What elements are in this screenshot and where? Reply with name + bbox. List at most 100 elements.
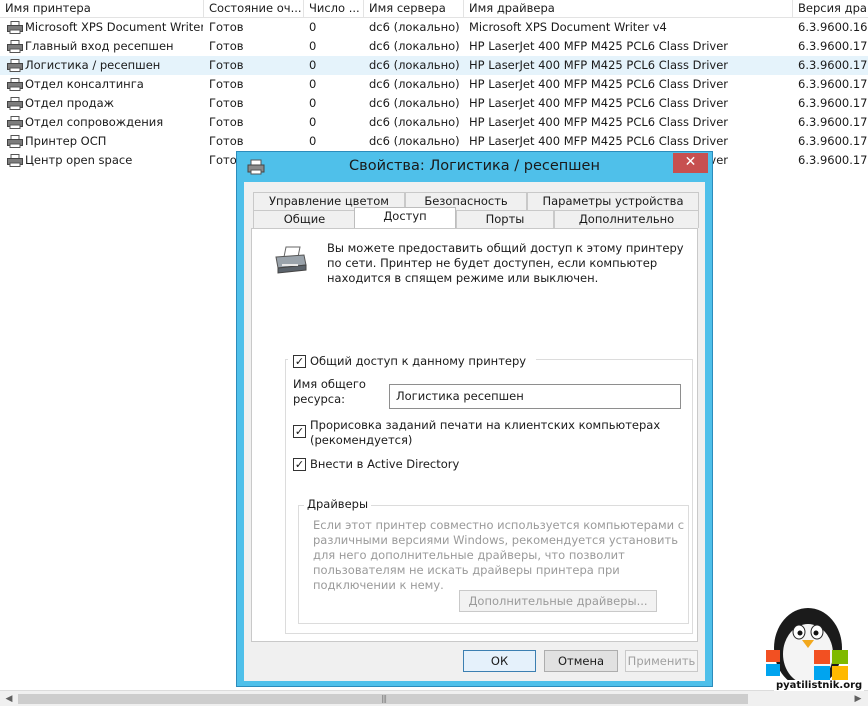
- printer-icon: [275, 246, 307, 274]
- table-row[interactable]: Принтер ОСП Готов 0 dc6 (локально) HP LaserJ…: [0, 132, 868, 151]
- printer-icon: [7, 116, 23, 129]
- cell-server: dc6 (локально): [369, 20, 460, 34]
- cell-version: 6.3.9600.1741: [798, 77, 868, 91]
- table-row[interactable]: Отдел сопровождения Готов 0 dc6 (локально) H…: [0, 113, 868, 132]
- table-row[interactable]: Главный вход ресепшен Готов 0 dc6 (локально…: [0, 37, 868, 56]
- cell-version: 6.3.9600.1741: [798, 134, 868, 148]
- cell-driver: Microsoft XPS Document Writer v4: [469, 20, 667, 34]
- tab-advanced[interactable]: Дополнительно: [554, 210, 699, 228]
- column-header-version[interactable]: Версия дра...: [793, 0, 868, 18]
- cell-status: Готов: [209, 58, 244, 72]
- cell-status: Готов: [209, 39, 244, 53]
- cell-version: 6.3.9600.1741: [798, 58, 868, 72]
- ok-button[interactable]: ОК: [463, 650, 536, 672]
- scroll-left-icon[interactable]: ◀: [3, 693, 15, 705]
- dialog-title: Свойства: Логистика / ресепшен: [349, 158, 600, 174]
- site-logo-text: pyatilistnik.org: [774, 680, 865, 691]
- printer-icon: [7, 97, 23, 110]
- cell-jobs: 0: [309, 39, 317, 53]
- cancel-button[interactable]: Отмена: [544, 650, 618, 672]
- sharing-tab-page: Вы можете предоставить общий доступ к эт…: [251, 228, 698, 642]
- cell-status: Готов: [209, 77, 244, 91]
- sharing-description: Вы можете предоставить общий доступ к эт…: [327, 241, 684, 285]
- cell-server: dc6 (локально): [369, 134, 460, 148]
- apply-button[interactable]: Применить: [625, 650, 698, 672]
- scroll-thumb[interactable]: |||: [18, 694, 748, 704]
- cell-version: 6.3.9600.1741: [798, 39, 868, 53]
- printer-properties-dialog: Свойства: Логистика / ресепшен ✕ Управле…: [236, 151, 713, 687]
- tab-ports[interactable]: Порты: [456, 210, 554, 228]
- list-header: Имя принтера Состояние оч... Число ... И…: [0, 0, 868, 18]
- cell-version: 6.3.9600.1741: [798, 115, 868, 129]
- cell-server: dc6 (локально): [369, 58, 460, 72]
- table-row[interactable]: Логистика / ресепшен Готов 0 dc6 (локально)…: [0, 56, 868, 75]
- cell-driver: HP LaserJet 400 MFP M425 PCL6 Class Driv…: [469, 39, 729, 53]
- dialog-client: Управление цветом Безопасность Параметры…: [244, 182, 705, 681]
- column-header-status[interactable]: Состояние оч...: [204, 0, 304, 18]
- share-name-label: Имя общего: [293, 377, 366, 391]
- cell-printer-name: Принтер ОСП: [25, 134, 107, 148]
- cell-server: dc6 (локально): [369, 39, 460, 53]
- dialog-titlebar[interactable]: Свойства: Логистика / ресепшен ✕: [237, 152, 712, 182]
- cell-printer-name: Отдел продаж: [25, 96, 114, 110]
- cell-driver: HP LaserJet 400 MFP M425 PCL6 Class Driv…: [469, 134, 729, 148]
- cell-status: Готов: [209, 96, 244, 110]
- cell-driver: HP LaserJet 400 MFP M425 PCL6 Class Driv…: [469, 58, 729, 72]
- cell-printer-name: Главный вход ресепшен: [25, 39, 174, 53]
- cell-server: dc6 (локально): [369, 77, 460, 91]
- render-jobs-label[interactable]: Прорисовка заданий печати на клиентских …: [310, 418, 660, 432]
- drivers-description: Если этот принтер совместно используется…: [313, 518, 685, 592]
- cell-server: dc6 (локально): [369, 115, 460, 129]
- printer-icon: [7, 21, 23, 34]
- cell-version: 6.3.9600.1638: [798, 20, 868, 34]
- list-in-directory-checkbox[interactable]: ✓: [293, 458, 306, 471]
- tab-sharing[interactable]: Доступ: [354, 207, 456, 228]
- cell-jobs: 0: [309, 58, 317, 72]
- drivers-group: Если этот принтер совместно используется…: [298, 505, 689, 624]
- cell-driver: HP LaserJet 400 MFP M425 PCL6 Class Driv…: [469, 96, 729, 110]
- cell-status: Готов: [209, 134, 244, 148]
- list-in-directory-label[interactable]: Внести в Active Directory: [310, 457, 459, 471]
- cell-status: Готов: [209, 20, 244, 34]
- cell-driver: HP LaserJet 400 MFP M425 PCL6 Class Driv…: [469, 115, 729, 129]
- column-header-name[interactable]: Имя принтера: [0, 0, 204, 18]
- cell-version: 6.3.9600.1741: [798, 153, 868, 167]
- cell-printer-name: Отдел консалтинга: [25, 77, 144, 91]
- column-header-driver[interactable]: Имя драйвера: [464, 0, 793, 18]
- cell-printer-name: Логистика / ресепшен: [25, 58, 161, 72]
- printer-icon: [7, 78, 23, 91]
- cell-jobs: 0: [309, 96, 317, 110]
- printer-icon: [7, 135, 23, 148]
- cell-jobs: 0: [309, 115, 317, 129]
- render-jobs-label-2[interactable]: (рекомендуется): [310, 433, 412, 447]
- share-printer-checkbox[interactable]: ✓: [293, 355, 306, 368]
- scroll-grip: |||: [381, 694, 387, 703]
- table-row[interactable]: Microsoft XPS Document Writer Готов 0 dc6 (…: [0, 18, 868, 37]
- cell-jobs: 0: [309, 134, 317, 148]
- share-printer-label[interactable]: Общий доступ к данному принтеру: [310, 354, 526, 368]
- cell-server: dc6 (локально): [369, 96, 460, 110]
- additional-drivers-button[interactable]: Дополнительные драйверы...: [459, 590, 657, 612]
- column-header-jobs[interactable]: Число ...: [304, 0, 364, 18]
- table-row[interactable]: Отдел продаж Готов 0 dc6 (локально) HP Laser…: [0, 94, 868, 113]
- table-row[interactable]: Отдел консалтинга Готов 0 dc6 (локально) HP …: [0, 75, 868, 94]
- cell-printer-name: Отдел сопровождения: [25, 115, 164, 129]
- cell-version: 6.3.9600.1741: [798, 96, 868, 110]
- share-name-label-2: ресурса:: [293, 392, 346, 406]
- printer-icon: [7, 59, 23, 72]
- horizontal-scrollbar[interactable]: ◀ ||| ▶: [0, 690, 868, 706]
- close-button[interactable]: ✕: [673, 153, 708, 173]
- cell-status: Готов: [209, 115, 244, 129]
- cell-jobs: 0: [309, 20, 317, 34]
- tab-general[interactable]: Общие: [253, 210, 356, 228]
- column-header-server[interactable]: Имя сервера: [364, 0, 464, 18]
- render-jobs-checkbox[interactable]: ✓: [293, 425, 306, 438]
- tab-device-settings[interactable]: Параметры устройства: [527, 192, 699, 210]
- printer-icon: [7, 40, 23, 53]
- cell-printer-name: Microsoft XPS Document Writer: [25, 20, 203, 34]
- cell-driver: HP LaserJet 400 MFP M425 PCL6 Class Driv…: [469, 77, 729, 91]
- cell-printer-name: Центр open space: [25, 153, 133, 167]
- share-name-input[interactable]: Логистика ресепшен: [389, 384, 681, 409]
- drivers-group-title: Драйверы: [304, 497, 372, 511]
- cell-jobs: 0: [309, 77, 317, 91]
